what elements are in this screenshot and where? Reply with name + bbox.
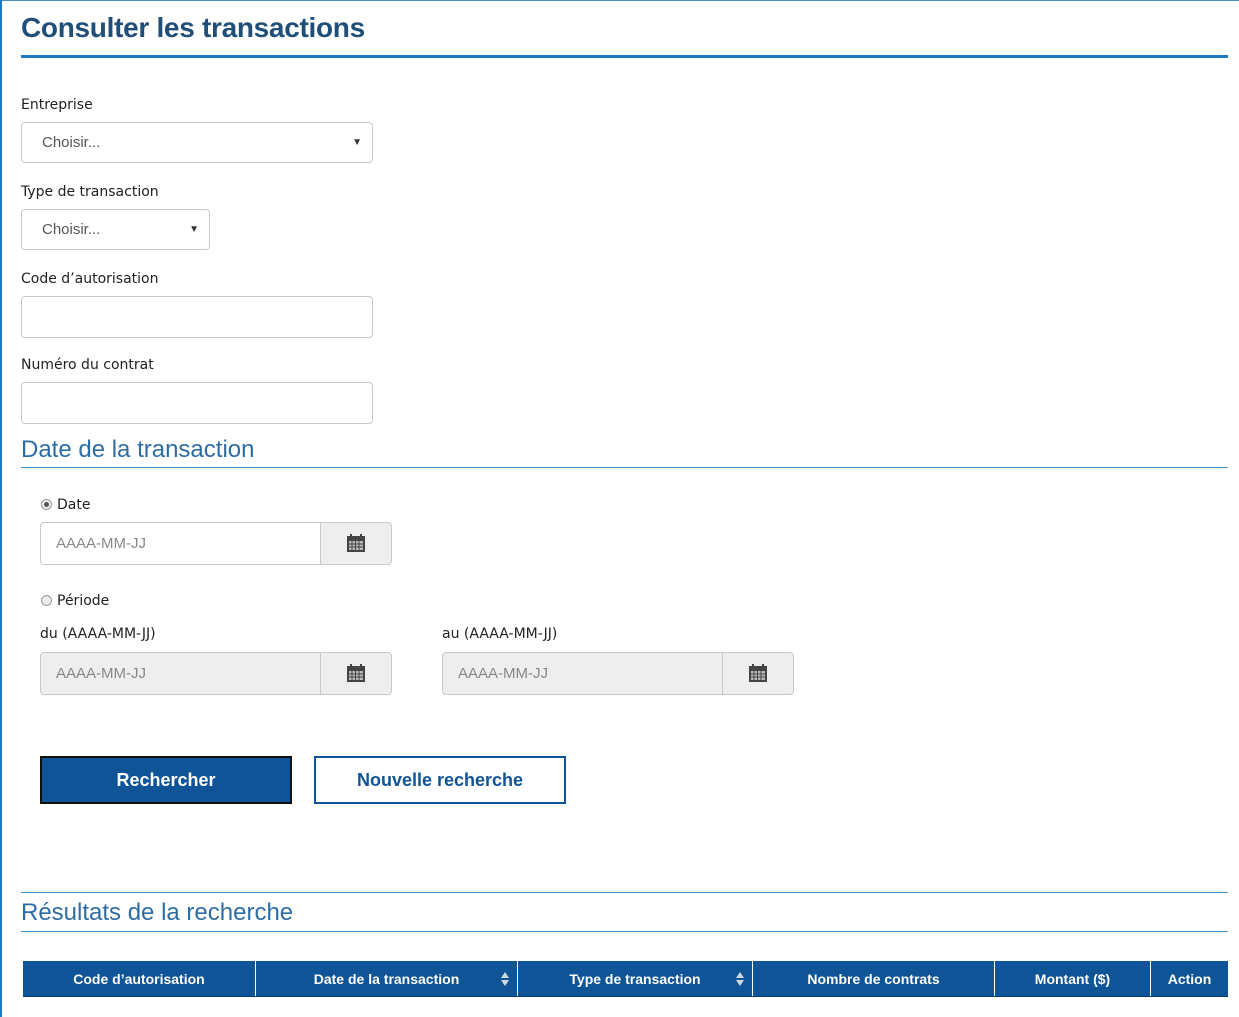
column-header-montant: Montant ($) [995,961,1151,996]
column-header-label: Code d’autorisation [73,970,205,987]
caret-down-icon: ▼ [352,137,362,148]
to-date-picker[interactable]: AAAA-MM-JJ [442,652,794,695]
numero-contrat-label: Numéro du contrat [21,357,154,373]
results-table-header: Code d’autorisation Date de la transacti… [23,961,1228,997]
sort-icon[interactable] [736,972,744,986]
radio-unselected-icon[interactable] [41,595,52,606]
to-date-input[interactable]: AAAA-MM-JJ [442,652,723,695]
from-date-picker[interactable]: AAAA-MM-JJ [40,652,392,695]
date-radio-option[interactable]: Date [41,497,90,513]
type-transaction-select[interactable]: Choisir... ▼ [21,209,210,250]
type-transaction-select-value: Choisir... [42,221,101,238]
column-header-label: Action [1167,970,1212,987]
column-header-label: Nombre de contrats [807,970,940,987]
type-transaction-label: Type de transaction [21,184,159,200]
column-header-action: Action [1151,961,1228,996]
results-section-divider [21,931,1228,932]
code-autorisation-input[interactable] [21,296,373,338]
frame-top-border [0,0,1239,1]
from-calendar-button[interactable] [320,652,392,695]
entreprise-select[interactable]: Choisir... ▼ [21,122,373,163]
date-section-title: Date de la transaction [21,436,255,463]
radio-selected-icon[interactable] [41,499,52,510]
results-section-title: Résultats de la recherche [21,899,294,926]
calendar-icon [749,664,767,682]
calendar-icon [347,534,365,552]
new-search-button[interactable]: Nouvelle recherche [314,756,566,804]
title-divider [21,55,1228,58]
date-section-divider [21,467,1228,468]
to-date-label: au (AAAA-MM-JJ) [442,626,558,642]
to-calendar-button[interactable] [722,652,794,695]
column-header-label: Type de transaction [569,970,701,987]
page-title: Consulter les transactions [21,12,365,43]
periode-radio-option[interactable]: Période [41,593,109,609]
periode-radio-label: Période [57,593,110,609]
column-header-label: Montant ($) [1034,970,1111,987]
column-header-type[interactable]: Type de transaction [518,961,753,996]
column-header-nombre: Nombre de contrats [753,961,995,996]
sort-icon[interactable] [501,972,509,986]
date-picker[interactable]: AAAA-MM-JJ [40,522,392,565]
caret-down-icon: ▼ [189,224,199,235]
date-radio-label: Date [57,497,91,513]
calendar-icon [347,664,365,682]
date-input[interactable]: AAAA-MM-JJ [40,522,321,565]
column-header-code: Code d’autorisation [23,961,256,996]
calendar-button[interactable] [320,522,392,565]
from-date-label: du (AAAA-MM-JJ) [40,626,156,642]
entreprise-label: Entreprise [21,97,93,113]
frame-left-border [0,0,2,1017]
from-date-input[interactable]: AAAA-MM-JJ [40,652,321,695]
search-button[interactable]: Rechercher [40,756,292,804]
results-top-divider [21,892,1228,893]
code-autorisation-label: Code d’autorisation [21,271,159,287]
column-header-date[interactable]: Date de la transaction [256,961,518,996]
numero-contrat-input[interactable] [21,382,373,424]
column-header-label: Date de la transaction [313,970,460,987]
entreprise-select-value: Choisir... [42,134,101,151]
